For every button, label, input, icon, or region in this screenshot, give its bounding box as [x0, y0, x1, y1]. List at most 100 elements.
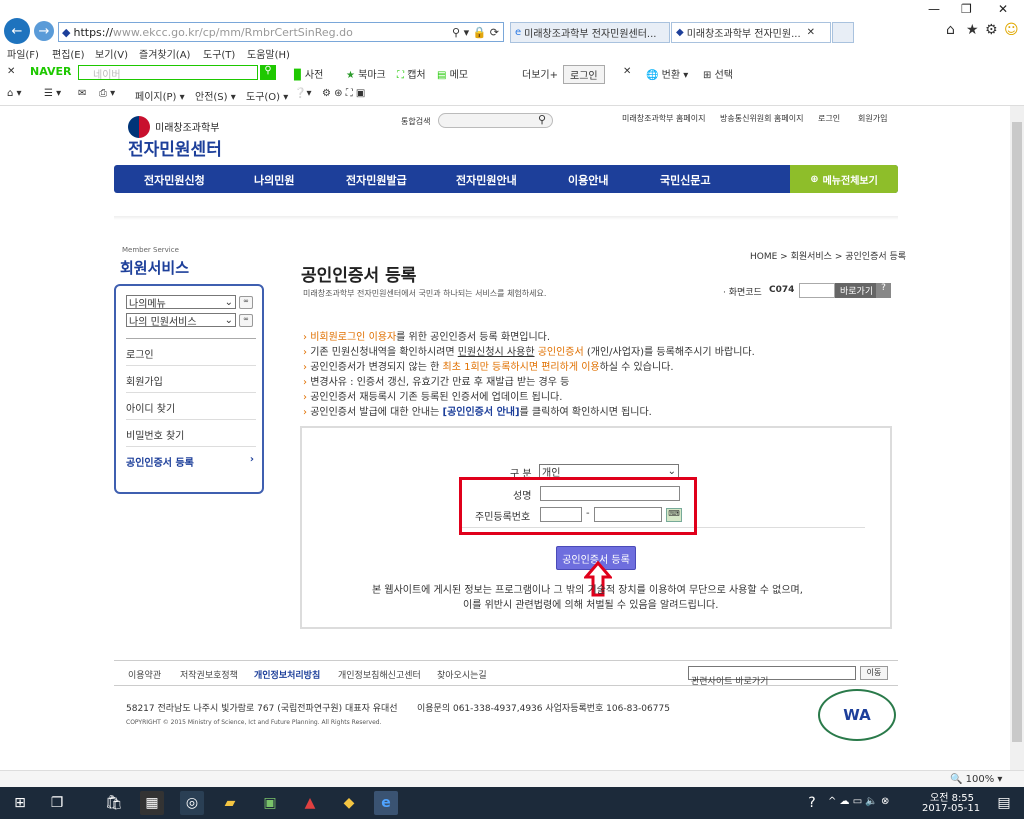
app-icon[interactable]: ▲: [298, 791, 322, 815]
windows-start-icon[interactable]: ⊞: [8, 791, 32, 815]
bookmark-item[interactable]: ★ 북마크: [346, 66, 386, 81]
lnb-item-find-password[interactable]: 비밀번호 찾기: [126, 420, 256, 447]
store-icon[interactable]: 🛍: [102, 791, 126, 815]
all-menu-button[interactable]: ⊕ 메뉴전체보기: [790, 165, 898, 193]
translate-item[interactable]: 🌐 번환 ▾: [646, 66, 688, 81]
lnb-item-login[interactable]: 로그인: [126, 339, 256, 366]
smiley-icon[interactable]: ☺: [1004, 22, 1019, 38]
my-service-go-button[interactable]: ∞: [239, 314, 253, 327]
close-icon[interactable]: ✕: [998, 2, 1008, 16]
mail-icon[interactable]: ✉: [78, 88, 86, 99]
naver-toolbar: ✕ NAVER 네이버 ⚲ ▉ 사전 ★ 북마크 ⛶ 캡처 ▤ 메모 더보기+ …: [0, 62, 1024, 84]
footer-privacy[interactable]: 개인정보처리방침: [254, 668, 320, 681]
gnb-item-my[interactable]: 나의민원: [254, 172, 294, 188]
lnb-item-join[interactable]: 회원가입: [126, 366, 256, 393]
link-join[interactable]: 회원가입: [858, 113, 887, 124]
zoom-level[interactable]: 🔍 100% ▾: [950, 774, 1002, 785]
go-button[interactable]: 바로가기: [835, 283, 879, 298]
app-icon[interactable]: ▦: [140, 791, 164, 815]
screen-code: C074: [769, 285, 795, 295]
footer-terms[interactable]: 이용약관: [128, 668, 161, 681]
restore-icon[interactable]: ❐: [961, 2, 972, 16]
print-icon[interactable]: ⎙ ▾: [99, 88, 115, 99]
safety-menu[interactable]: 안전(S) ▾: [195, 88, 236, 103]
app-icon[interactable]: ▣: [258, 791, 282, 815]
screen-code-label: · 화면코드: [723, 288, 762, 298]
new-tab-button[interactable]: [832, 22, 854, 43]
menu-file[interactable]: 파일(F): [7, 46, 39, 61]
naver-search-button[interactable]: ⚲: [260, 65, 276, 80]
folder-icon[interactable]: ▰: [218, 791, 242, 815]
naver-login-button[interactable]: 로그인: [563, 65, 605, 84]
gear-icon[interactable]: ⚙: [985, 22, 998, 38]
close-tab-icon[interactable]: ✕: [807, 27, 815, 38]
site-title[interactable]: 전자민원센터: [128, 135, 222, 160]
menu-view[interactable]: 보기(V): [95, 46, 128, 61]
tray-icons[interactable]: ^ ☁ ▭ 🔈 ⊗: [828, 796, 889, 807]
all-menu-label: 메뉴전체보기: [822, 175, 878, 187]
menu-edit[interactable]: 편집(E): [52, 46, 85, 61]
search-icon[interactable]: ⚲ ▾ 🔒 ⟳: [452, 26, 499, 39]
gnb-item-usage[interactable]: 이용안내: [568, 172, 608, 188]
gnb-item-issue[interactable]: 전자민원발급: [346, 172, 407, 188]
page-menu[interactable]: 페이지(P) ▾: [135, 88, 185, 103]
my-menu-go-button[interactable]: ∞: [239, 296, 253, 309]
forward-button[interactable]: →: [34, 21, 54, 41]
footer-nav: 이용약관 저작권보호정책 개인정보처리방침 개인정보침해신고센터 찾아오시는길 …: [114, 660, 898, 687]
address-bar[interactable]: ◆ https://www.ekcc.go.kr/cp/mm/RmbrCertS…: [58, 22, 504, 42]
link-login[interactable]: 로그인: [818, 113, 840, 124]
help-icon[interactable]: ?: [800, 791, 824, 815]
tab-1[interactable]: e 미래창조과학부 전자민원센터...: [510, 22, 670, 43]
back-button[interactable]: ←: [4, 18, 30, 44]
gnb-item-epeople[interactable]: 국민신문고: [660, 172, 711, 188]
gnb-item-guide[interactable]: 전자민원안내: [456, 172, 517, 188]
footer-location[interactable]: 찾아오시는길: [437, 668, 487, 681]
help-button[interactable]: ?: [876, 283, 891, 298]
rss-icon[interactable]: ☰ ▾: [44, 88, 61, 99]
search-icon[interactable]: ⚲: [538, 113, 546, 126]
memo-item[interactable]: ▤ 메모: [437, 66, 468, 81]
lnb-item-cert-register[interactable]: 공인인증서 등록 ›: [126, 447, 256, 474]
tools-menu[interactable]: 도구(O) ▾: [246, 88, 288, 103]
dictionary-item[interactable]: ▉ 사전: [294, 66, 323, 81]
my-menu-select[interactable]: 나의메뉴 ⌄: [126, 295, 236, 310]
screen-code-input[interactable]: [799, 283, 835, 298]
my-service-select[interactable]: 나의 민원서비스 ⌄: [126, 313, 236, 328]
lnb-item-find-id[interactable]: 아이디 찾기: [126, 393, 256, 420]
task-view-icon[interactable]: ❐: [45, 791, 69, 815]
notification-icon[interactable]: ▤: [992, 791, 1016, 815]
my-service-select-value: 나의 민원서비스: [129, 316, 197, 328]
link-msip[interactable]: 미래창조과학부 홈페이지: [622, 113, 706, 124]
app-icon[interactable]: ◎: [180, 791, 204, 815]
link-kcc[interactable]: 방송통신위원회 홈페이지: [720, 113, 804, 124]
vertical-scrollbar[interactable]: [1010, 106, 1024, 770]
home-icon[interactable]: ⌂ ▾: [7, 88, 22, 99]
related-site-select[interactable]: 관련사이트 바로가기 ⌄: [688, 666, 856, 687]
tab-2[interactable]: ◆ 미래창조과학부 전자민원... ✕: [671, 22, 831, 43]
menu-favorites[interactable]: 즐겨찾기(A): [139, 46, 190, 61]
ie-icon[interactable]: e: [374, 791, 398, 815]
home-icon[interactable]: ⌂: [946, 22, 955, 38]
menu-help[interactable]: 도움말(H): [247, 46, 290, 61]
help-icon[interactable]: ❔▾: [294, 88, 311, 99]
app-icon[interactable]: ◆: [337, 791, 361, 815]
menu-tools[interactable]: 도구(T): [203, 46, 235, 61]
addon-icon[interactable]: ⚙ ⊛ ⛶ ▣: [322, 88, 365, 99]
type-select[interactable]: 개인 ⌄: [539, 464, 679, 479]
capture-item[interactable]: ⛶ 캡처: [397, 66, 426, 81]
site-search-input[interactable]: [438, 113, 553, 128]
related-site-go-button[interactable]: 이동: [860, 666, 888, 680]
cert-guide-link[interactable]: [공인인증서 안내]: [443, 407, 520, 418]
footer-copyright-policy[interactable]: 저작권보호정책: [180, 668, 238, 681]
more-item[interactable]: 더보기+: [522, 66, 558, 81]
scrollbar-thumb[interactable]: [1012, 122, 1022, 742]
naver-search-input[interactable]: 네이버: [78, 65, 258, 81]
gnb-item-apply[interactable]: 전자민원신청: [144, 172, 205, 188]
select-item[interactable]: ⊞ 선택: [703, 66, 733, 81]
minimize-icon[interactable]: —: [928, 2, 940, 16]
favorites-icon[interactable]: ★: [966, 22, 979, 38]
footer-privacy-report[interactable]: 개인정보침해신고센터: [338, 668, 421, 681]
disclaimer-line-1: 본 웹사이트에 게시된 정보는 프로그램이나 그 밖의 기술적 장치를 이용하여…: [372, 585, 803, 596]
close-toolbar-icon[interactable]: ✕: [7, 66, 15, 77]
close-icon[interactable]: ✕: [623, 66, 631, 77]
